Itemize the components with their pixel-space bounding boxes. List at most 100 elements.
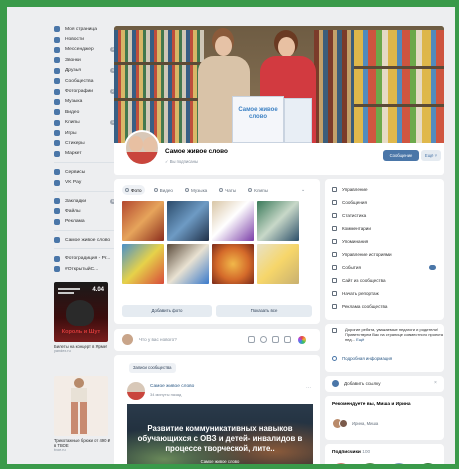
details-link[interactable]: Подробная информация [342,356,392,361]
nav-item[interactable]: Моя страница [54,24,116,34]
nav-item[interactable]: Закладки 6 [54,196,116,206]
message-button[interactable]: Сообщение [383,150,419,161]
about-text: Дорогие ребята, уважаемые педагоги и род… [345,327,443,342]
media-tab[interactable]: Чаты [216,185,239,195]
menu-item-icon [332,239,337,244]
group-name: Самое живое слово [165,148,228,155]
more-button[interactable]: Ещё ˅ [421,150,441,161]
show-all-photos-button[interactable]: Показать все [216,305,312,317]
nav-separator [54,190,114,192]
nav-item[interactable]: Реклама [54,217,116,227]
ad-title[interactable]: Трикотажные брюки от 490 ₽ в ТВОЕ [54,438,112,448]
friend-avatar-2[interactable] [339,419,348,428]
nav-item[interactable]: VK Pay [54,177,116,187]
post-banner-image[interactable]: Развитие коммуникативных навыков обучающ… [127,404,313,464]
nav-item[interactable]: Фотографии 2 [54,86,116,96]
nav-item-label: Сообщества [65,78,94,84]
photo-thumb-5[interactable] [122,244,164,284]
section-community-posts[interactable]: Записи сообщества [129,363,176,373]
nav-item[interactable]: Игры [54,128,116,138]
photo-thumb-7[interactable] [212,244,254,284]
post-time[interactable]: 34 минуты назад [150,392,181,397]
nav-item[interactable]: Клипы 1 [54,118,116,128]
post-banner-subtitle: Самое живое слово [200,459,240,464]
nav-item[interactable]: Файлы [54,206,116,216]
menu-item-icon [332,278,337,283]
nav-item[interactable]: Музыка [54,97,116,107]
management-menu-item[interactable]: Статистика [332,209,440,222]
management-menu: Управление Сообщения Статистика Комментарии… [332,183,440,313]
article-icon[interactable] [284,336,291,343]
story-icon[interactable] [298,336,306,344]
menu-item-icon [332,265,337,270]
media-tab[interactable]: Клипы [245,185,271,195]
photo-thumb-6[interactable] [167,244,209,284]
about-more-link[interactable]: Ещё [356,337,364,342]
group-avatar[interactable] [124,130,160,166]
music-icon[interactable] [272,336,279,343]
ad-poster-text: Король и Шут [61,329,101,335]
add-link[interactable]: Добавить ссылку [344,381,381,386]
close-icon[interactable]: × [434,380,437,386]
menu-item-label: Упоминания [342,239,369,244]
management-menu-item[interactable]: Сайт из сообщества [332,274,440,287]
photo-thumb-4[interactable] [257,201,299,241]
tab-icon [219,188,224,192]
photo-thumb-3[interactable] [212,201,254,241]
management-menu-item[interactable]: Управление историями [332,248,440,261]
nav-item[interactable]: Фотоградиция - Pr... [54,253,116,263]
subscribed-status[interactable]: ✓ Вы подписаны [165,159,198,164]
composer-avatar [122,334,133,345]
management-menu-item[interactable]: Управление [332,183,440,196]
management-menu-item[interactable]: События [332,261,440,274]
nav-item[interactable]: Мессенджер 3 [54,45,116,55]
media-tab[interactable]: Фото [122,185,145,195]
video-icon[interactable] [260,336,267,343]
management-menu-item[interactable]: Сообщения [332,196,440,209]
recommend-names[interactable]: Ирина, Миша [352,421,378,426]
nav-item[interactable]: Новости [54,34,116,44]
recommend-title: Рекомендуете вы, Миша и Ирина [332,402,411,407]
photo-thumb-8[interactable] [257,244,299,284]
management-menu-item[interactable]: Реклама сообщества [332,300,440,313]
ad-concert-image[interactable]: 4.04 Король и Шут [54,282,108,342]
nav-item[interactable]: Сообщества [54,76,116,86]
media-tab-label: Фото [131,187,142,193]
menu-item-icon [332,213,337,218]
nav-icon [54,109,60,116]
photo-icon[interactable] [248,336,255,343]
menu-item-label: Управление историями [342,252,392,257]
nav-icon [54,266,60,272]
nav-item[interactable]: Звонки [54,55,116,65]
more-tabs-icon[interactable]: ⌄ [301,187,305,193]
add-photo-button[interactable]: Добавить фото [122,305,212,317]
media-tab[interactable]: Видео [151,185,176,195]
nav-icon [54,36,60,43]
nav-icon [54,67,60,74]
subscribers-card [325,444,444,464]
post-author-name[interactable]: Самое живое слово [150,384,194,389]
nav-item[interactable]: Стикеры [54,138,116,148]
photo-thumb-2[interactable] [167,201,209,241]
post-author-avatar[interactable] [127,382,145,400]
composer-input[interactable]: Что у вас нового? [139,337,177,342]
nav-item[interactable]: Видео [54,107,116,117]
nav-item[interactable]: Сервисы [54,167,116,177]
media-tab[interactable]: Музыка [182,185,210,195]
management-menu-item[interactable]: Упоминания [332,235,440,248]
photo-thumb-1[interactable] [122,201,164,241]
nav-icon [54,26,60,33]
nav-item[interactable]: Маркет [54,149,116,159]
ad-concert[interactable]: 4.04 Король и Шут Билеты на концерт в Яр… [54,282,112,353]
nav-item-label: Игры [65,130,77,136]
management-menu-item[interactable]: Комментарии [332,222,440,235]
person-right-face [278,37,295,57]
ad-pants[interactable]: Трикотажные брюки от 490 ₽ в ТВОЕ tvoe.r… [54,376,112,452]
nav-item[interactable]: Друзья 4 [54,66,116,76]
nav-item[interactable]: #ОткрытыйС... [54,264,116,274]
management-menu-item[interactable]: Начать репортаж [332,287,440,300]
nav-item[interactable]: Самое живое слово [54,235,116,245]
ad-pants-image[interactable] [54,376,108,436]
cover-photo[interactable]: Самое живое слово [114,26,444,143]
post-menu-icon[interactable]: ··· [306,385,311,391]
